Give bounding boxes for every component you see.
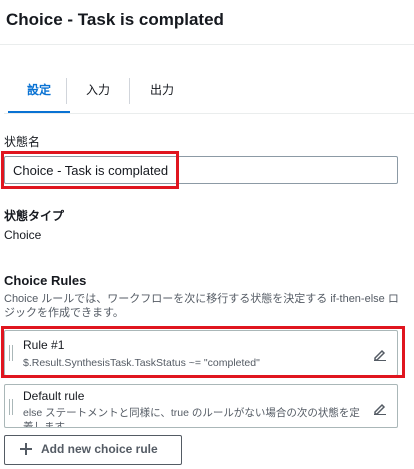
panel-header: Choice - Task is complated (0, 0, 414, 45)
state-type-value: Choice (4, 228, 42, 242)
rule-title: Default rule (23, 389, 85, 403)
tab-bar: 設定 入力 出力 (4, 72, 414, 114)
tab-settings[interactable]: 設定 (8, 72, 70, 108)
tabs-border (4, 113, 414, 114)
pencil-icon[interactable] (373, 401, 387, 415)
plus-icon (20, 443, 32, 455)
rule-title: Rule #1 (23, 338, 65, 352)
state-name-label: 状態名 (4, 135, 41, 149)
state-type-label: 状態タイプ (4, 209, 65, 223)
tab-input[interactable]: 入力 (68, 72, 128, 108)
choice-rules-description: Choice ルールでは、ワークフローを次に移行する状態を決定する if-the… (4, 293, 399, 319)
state-name-input[interactable] (13, 160, 383, 180)
rule-condition: $.Result.SynthesisTask.TaskStatus ~= "co… (23, 357, 260, 369)
tab-divider (66, 78, 67, 104)
tab-output[interactable]: 出力 (132, 72, 192, 108)
rule-card-default[interactable]: Default rule else ステートメントと同様に、true のルールが… (4, 384, 398, 428)
rule-card-1[interactable]: Rule #1 $.Result.SynthesisTask.TaskStatu… (4, 330, 398, 376)
tab-divider (129, 78, 130, 104)
panel-title: Choice - Task is complated (6, 10, 224, 29)
drag-handle-icon[interactable] (9, 345, 13, 361)
drag-handle-icon[interactable] (9, 399, 13, 415)
add-choice-rule-label: Add new choice rule (41, 442, 158, 456)
pencil-icon[interactable] (373, 347, 387, 361)
add-choice-rule-button[interactable]: Add new choice rule (4, 435, 182, 465)
choice-rules-heading: Choice Rules (4, 273, 87, 288)
rule-condition: else ステートメントと同様に、true のルールがない場合の次の状態を定義し… (23, 407, 360, 428)
state-name-field (4, 156, 398, 184)
